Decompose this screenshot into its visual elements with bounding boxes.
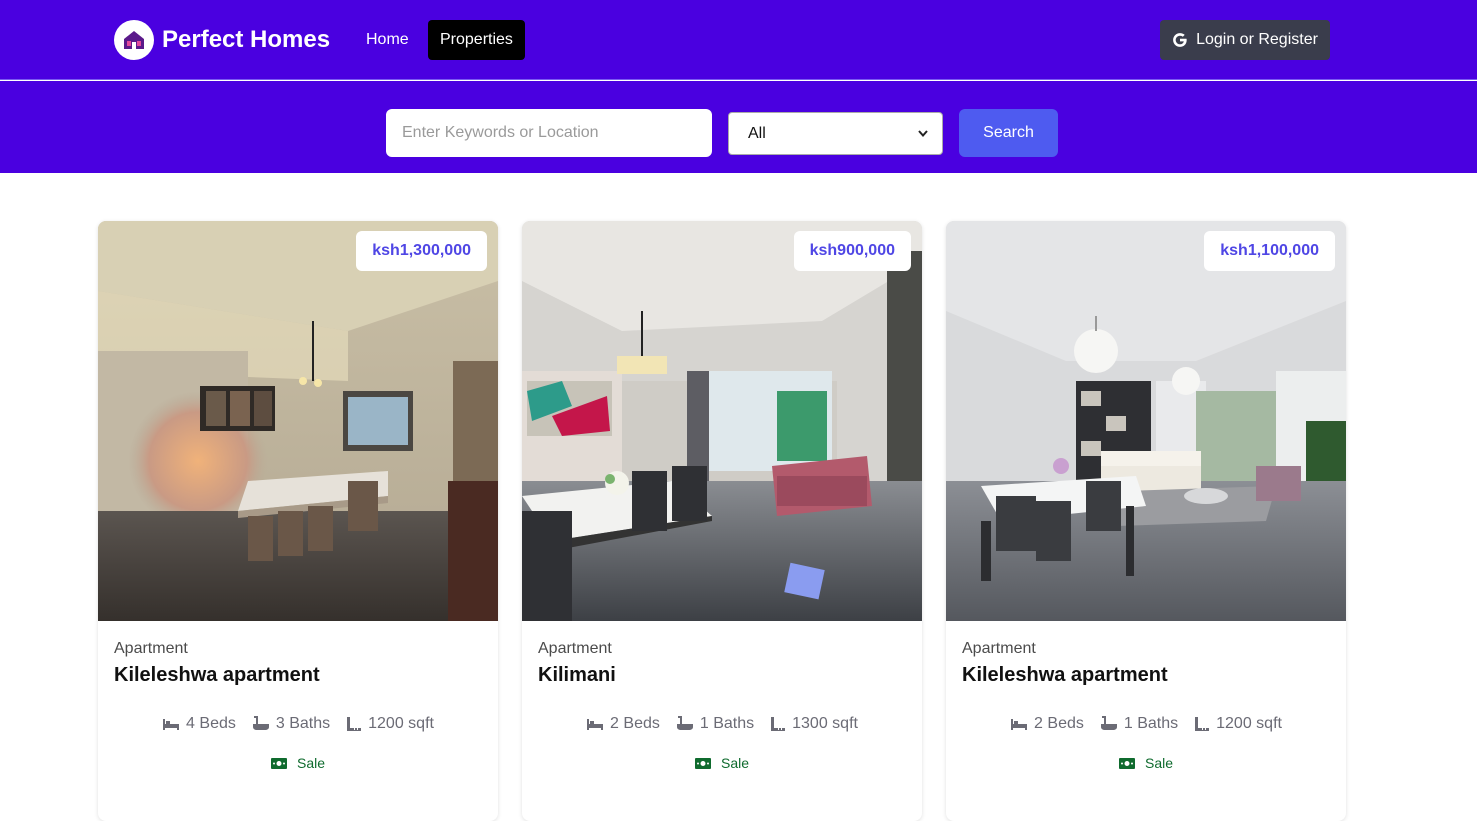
property-type-select[interactable]: All <box>728 112 943 155</box>
beds-spec: 2 Beds <box>1010 715 1084 733</box>
baths-label: 1 Baths <box>699 715 755 732</box>
listing-status: Sale <box>522 755 922 771</box>
google-icon <box>1173 33 1187 47</box>
area-label: 1300 sqft <box>792 715 858 732</box>
price-badge: ksh1,100,000 <box>1204 231 1335 271</box>
bath-icon <box>1100 716 1117 730</box>
search-button[interactable]: Search <box>959 109 1058 157</box>
property-title[interactable]: Kileleshwa apartment <box>114 664 320 687</box>
beds-label: 2 Beds <box>1034 715 1084 732</box>
property-type: Apartment <box>962 640 1036 657</box>
property-card[interactable]: ksh1,300,000 Apartment Kileleshwa apartm… <box>98 221 498 821</box>
search-bar: All Search <box>0 81 1477 173</box>
area-spec: 1300 sqft <box>770 715 858 733</box>
ruler-icon <box>771 717 786 731</box>
chevron-down-icon <box>918 128 928 140</box>
bed-icon <box>587 719 604 730</box>
beds-spec: 4 Beds <box>162 715 236 733</box>
area-spec: 1200 sqft <box>1194 715 1282 733</box>
login-register-button[interactable]: Login or Register <box>1160 20 1330 60</box>
price-badge: ksh1,300,000 <box>356 231 487 271</box>
money-icon <box>270 757 287 769</box>
property-specs: 4 Beds 3 Baths 1200 sqft <box>98 715 498 733</box>
beds-label: 4 Beds <box>186 715 236 732</box>
baths-spec: 1 Baths <box>1100 715 1178 733</box>
listing-status: Sale <box>946 755 1346 771</box>
nav-link-home[interactable]: Home <box>354 20 421 60</box>
property-type: Apartment <box>538 640 612 657</box>
property-type-value: All <box>748 124 766 142</box>
property-card[interactable]: ksh1,100,000 Apartment Kileleshwa apartm… <box>946 221 1346 821</box>
bed-icon <box>163 719 180 730</box>
baths-label: 1 Baths <box>1123 715 1179 732</box>
dining-room-photo[interactable]: ksh1,300,000 <box>98 221 498 621</box>
brand[interactable]: Perfect Homes <box>114 20 330 60</box>
login-register-label: Login or Register <box>1196 31 1318 48</box>
bath-icon <box>676 716 693 730</box>
baths-spec: 1 Baths <box>676 715 754 733</box>
ruler-icon <box>1195 717 1210 731</box>
status-label: Sale <box>296 755 326 771</box>
beds-spec: 2 Beds <box>586 715 660 733</box>
brand-name: Perfect Homes <box>162 26 331 53</box>
property-title[interactable]: Kilimani <box>538 664 616 687</box>
money-icon <box>694 757 711 769</box>
property-specs: 2 Beds 1 Baths 1200 sqft <box>946 715 1346 733</box>
house-logo-icon <box>114 20 154 60</box>
open-plan-living-photo[interactable]: ksh900,000 <box>522 221 922 621</box>
bright-living-room-photo[interactable]: ksh1,100,000 <box>946 221 1346 621</box>
price-badge: ksh900,000 <box>793 231 911 271</box>
listing-status: Sale <box>98 755 498 771</box>
status-label: Sale <box>720 755 750 771</box>
ruler-icon <box>347 717 362 731</box>
money-icon <box>1118 757 1135 769</box>
nav-link-properties[interactable]: Properties <box>428 20 525 60</box>
bed-icon <box>1011 719 1028 730</box>
area-label: 1200 sqft <box>368 715 434 732</box>
baths-spec: 3 Baths <box>252 715 330 733</box>
top-navbar: Perfect Homes Home Properties Login or R… <box>0 0 1477 80</box>
bath-icon <box>252 716 269 730</box>
area-label: 1200 sqft <box>1216 715 1282 732</box>
baths-label: 3 Baths <box>275 715 331 732</box>
beds-label: 2 Beds <box>610 715 660 732</box>
search-input[interactable] <box>386 109 712 157</box>
property-card[interactable]: ksh900,000 Apartment Kilimani 2 Beds 1 B… <box>522 221 922 821</box>
area-spec: 1200 sqft <box>346 715 434 733</box>
status-label: Sale <box>1144 755 1174 771</box>
property-title[interactable]: Kileleshwa apartment <box>962 664 1168 687</box>
property-specs: 2 Beds 1 Baths 1300 sqft <box>522 715 922 733</box>
property-type: Apartment <box>114 640 188 657</box>
